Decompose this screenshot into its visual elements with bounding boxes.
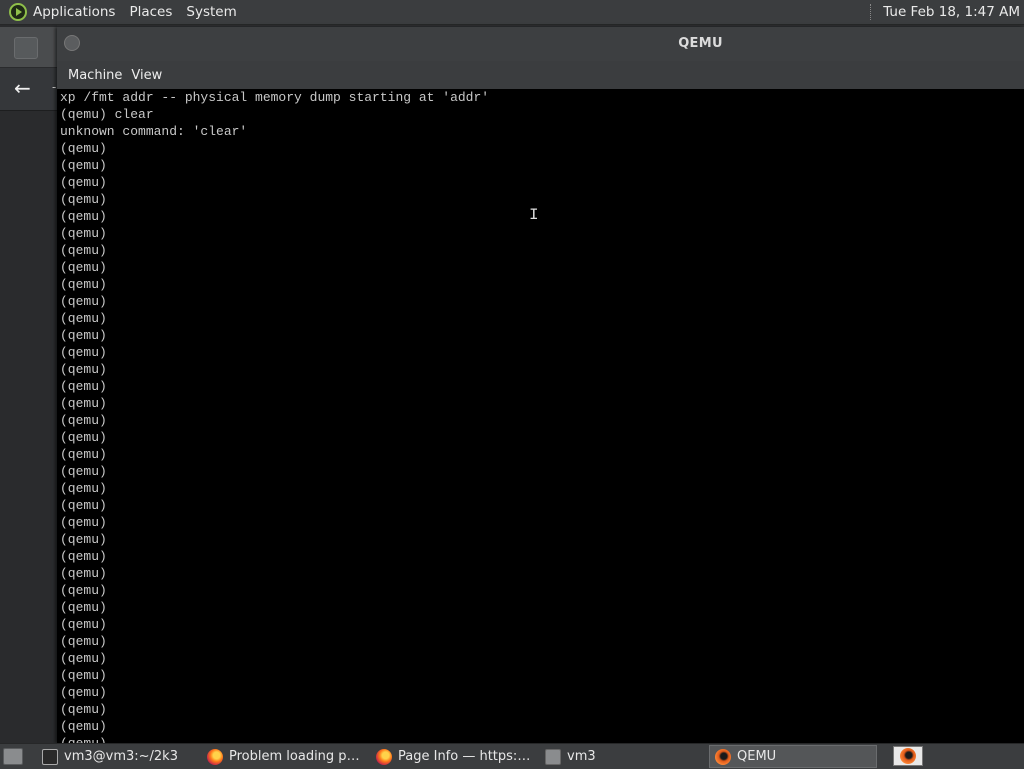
console-line: (qemu) [60, 566, 107, 581]
console-line: (qemu) [60, 634, 107, 649]
console-line: (qemu) [60, 277, 107, 292]
console-line: xp /fmt addr -- physical memory dump sta… [60, 90, 490, 105]
clock[interactable]: Tue Feb 18, 1:47 AM [883, 4, 1020, 20]
background-window [0, 25, 57, 743]
console-line: (qemu) [60, 719, 107, 734]
console-line: (qemu) [60, 668, 107, 683]
toolbar-icon[interactable] [14, 37, 38, 59]
console-line: (qemu) [60, 651, 107, 666]
menu-machine[interactable]: Machine [68, 68, 122, 83]
taskbar-item-label: vm3@vm3:~/2k3 [64, 749, 178, 764]
console-line: (qemu) [60, 447, 107, 462]
console-line: (qemu) [60, 260, 107, 275]
show-desktop-icon[interactable] [3, 748, 23, 765]
console-line: (qemu) [60, 311, 107, 326]
panel-separator [870, 4, 873, 20]
taskbar-item-firefox-problem[interactable]: Problem loading pa... [202, 745, 368, 768]
console-line: (qemu) [60, 430, 107, 445]
places-menu[interactable]: Places [123, 4, 180, 20]
qemu-icon [715, 748, 731, 765]
console-line: (qemu) [60, 515, 107, 530]
console-line: (qemu) clear [60, 107, 154, 122]
console-line: (qemu) [60, 175, 107, 190]
console-line: (qemu) [60, 379, 107, 394]
terminal-icon [42, 748, 58, 765]
back-arrow-icon[interactable]: ← [14, 78, 31, 98]
taskbar-item-qemu[interactable]: QEMU [709, 745, 877, 768]
taskbar-item-file-manager[interactable]: vm3 [540, 745, 706, 768]
console-line: unknown command: 'clear' [60, 124, 248, 139]
console-line: (qemu) [60, 413, 107, 428]
applications-menu[interactable]: Applications [33, 4, 123, 20]
console-line: (qemu) [60, 464, 107, 479]
console-line: (qemu) [60, 481, 107, 496]
console-line: (qemu) [60, 243, 107, 258]
console-line: (qemu) [60, 328, 107, 343]
taskbar-item-terminal[interactable]: vm3@vm3:~/2k3 [37, 745, 199, 768]
console-line: (qemu) [60, 702, 107, 717]
console-line: (qemu) [60, 294, 107, 309]
taskbar-item-label: vm3 [567, 749, 596, 764]
taskbar-item-label: Page Info — https:/... [398, 749, 532, 764]
console-line: (qemu) [60, 583, 107, 598]
console-line: (qemu) [60, 209, 107, 224]
console-line: (qemu) [60, 617, 107, 632]
console-line: (qemu) [60, 345, 107, 360]
background-window-toolbar [0, 27, 57, 67]
mate-menu-icon[interactable] [9, 3, 27, 21]
taskbar-item-label: Problem loading pa... [229, 749, 363, 764]
menu-view[interactable]: View [131, 68, 162, 83]
console-line: (qemu) [60, 498, 107, 513]
firefox-icon [376, 748, 392, 765]
top-panel: Applications Places System Tue Feb 18, 1… [0, 0, 1024, 25]
console-line: (qemu) [60, 549, 107, 564]
system-menu[interactable]: System [180, 4, 244, 20]
bottom-panel: vm3@vm3:~/2k3 Problem loading pa... Page… [0, 743, 1024, 769]
console-line: (qemu) [60, 735, 107, 743]
qemu-window: QEMU Machine View I xp /fmt addr -- phys… [57, 27, 1024, 743]
console-line: (qemu) [60, 685, 107, 700]
console-line: (qemu) [60, 141, 107, 156]
text-cursor-icon: I [529, 206, 539, 224]
console-line: (qemu) [60, 158, 107, 173]
qemu-titlebar[interactable]: QEMU [57, 27, 1024, 61]
console-line: (qemu) [60, 362, 107, 377]
firefox-icon [207, 748, 223, 765]
console-line: (qemu) [60, 192, 107, 207]
background-window-navbar: ← [0, 68, 57, 111]
console-line: (qemu) [60, 226, 107, 241]
taskbar-item-firefox-page-info[interactable]: Page Info — https:/... [371, 745, 537, 768]
taskbar-item-label: QEMU [737, 749, 777, 764]
window-title: QEMU [678, 36, 723, 51]
qemu-menubar: Machine View [57, 61, 1024, 89]
background-window-text: - [52, 80, 57, 94]
qemu-monitor-console[interactable]: I xp /fmt addr -- physical memory dump s… [57, 89, 1024, 743]
console-line: (qemu) [60, 600, 107, 615]
folder-icon [545, 748, 561, 765]
qemu-icon [900, 748, 916, 764]
console-line: (qemu) [60, 396, 107, 411]
tray-qemu-button[interactable] [893, 746, 923, 766]
console-line: (qemu) [60, 532, 107, 547]
